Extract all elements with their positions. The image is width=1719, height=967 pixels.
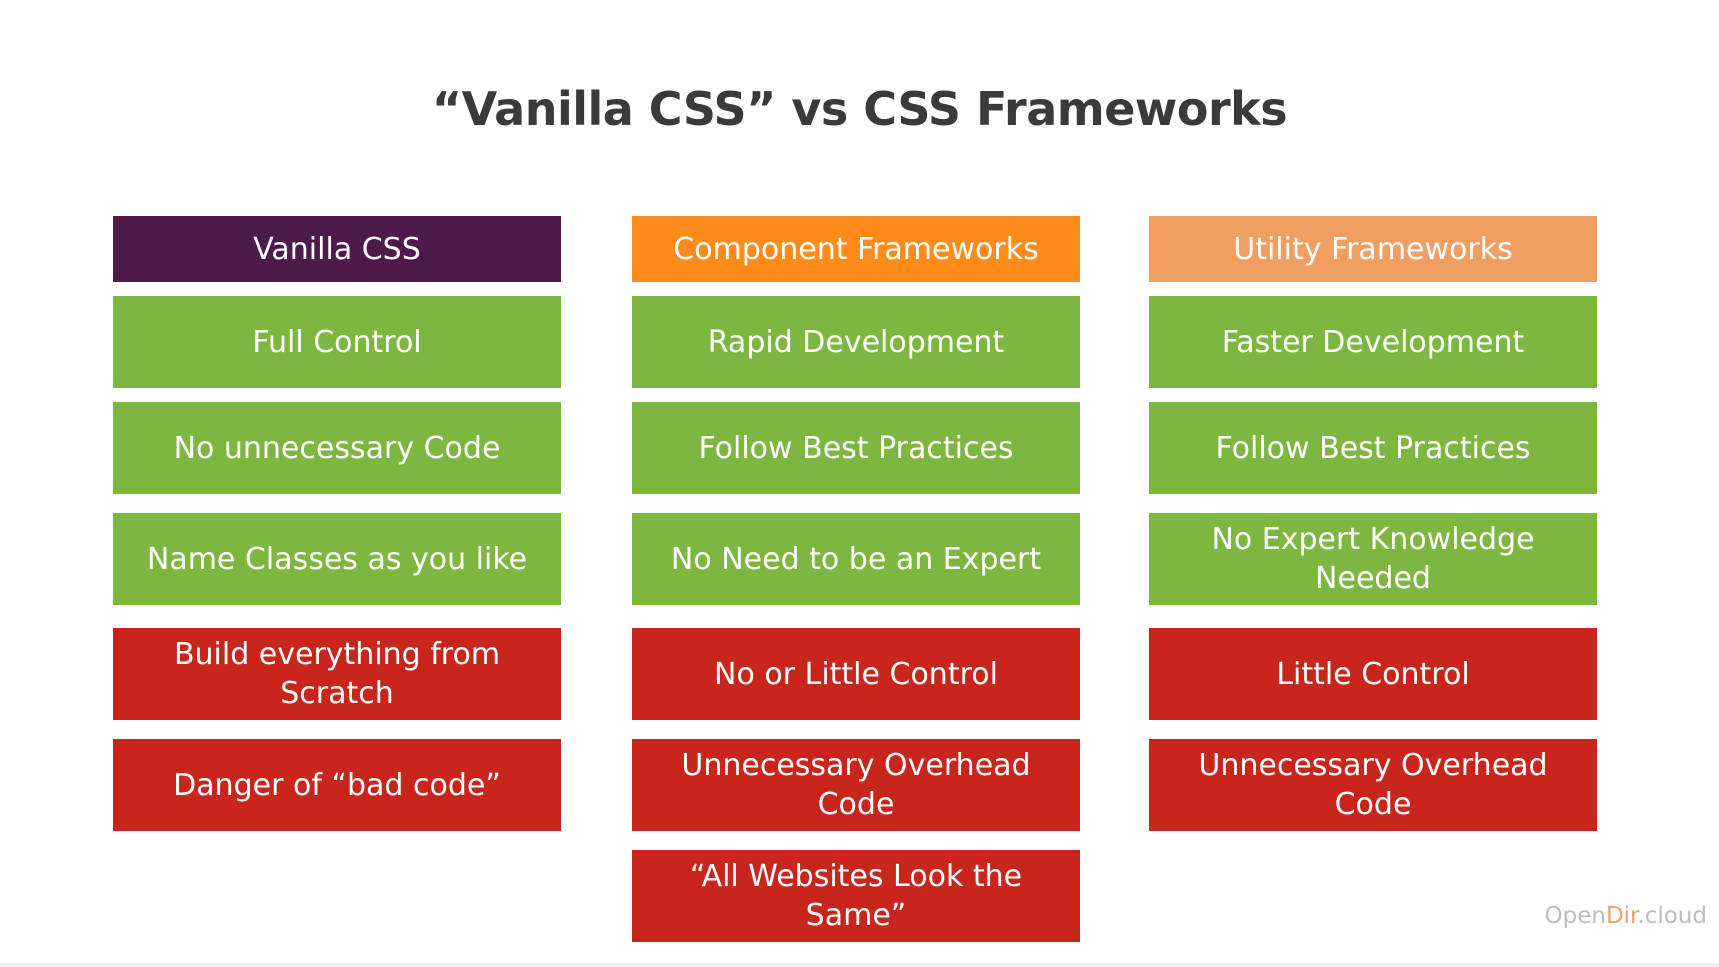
watermark-part-open: Open [1544,903,1606,929]
column-header-label: Utility Frameworks [1233,231,1513,267]
column-header-vanilla-css: Vanilla CSS [113,216,561,282]
pro-item: Name Classes as you like [113,513,561,605]
slide-title: “Vanilla CSS” vs CSS Frameworks [431,82,1288,136]
item-label: Little Control [1276,656,1470,692]
con-item: “All Websites Look the Same” [632,850,1080,942]
con-item: Little Control [1149,628,1597,720]
column-header-utility-frameworks: Utility Frameworks [1149,216,1597,282]
con-item: Unnecessary Overhead Code [632,739,1080,831]
pro-item: Full Control [113,296,561,388]
column-header-label: Vanilla CSS [253,231,421,267]
item-label: No Expert Knowledge Needed [1211,522,1535,596]
con-item: Build everything from Scratch [113,628,561,720]
item-label: Rapid Development [707,324,1005,360]
item-label: No Need to be an Expert [670,541,1042,577]
watermark-part-dir: Dir [1605,903,1638,929]
item-label: Unnecessary Overhead Code [681,748,1031,822]
item-label: Unnecessary Overhead Code [1198,748,1548,822]
pro-item: No Need to be an Expert [632,513,1080,605]
column-header-component-frameworks: Component Frameworks [632,216,1080,282]
slide: “Vanilla CSS” vs CSS Frameworks Vanilla … [0,0,1719,967]
item-label: Name Classes as you like [146,541,528,577]
item-label: Build everything from Scratch [173,637,501,711]
pro-item: Rapid Development [632,296,1080,388]
con-item: Danger of “bad code” [113,739,561,831]
pro-item: Follow Best Practices [632,402,1080,494]
item-label: Full Control [252,324,422,360]
item-label: No unnecessary Code [173,430,501,466]
item-label: Follow Best Practices [698,430,1014,466]
pro-item: No unnecessary Code [113,402,561,494]
pro-item: No Expert Knowledge Needed [1149,513,1597,605]
item-label: “All Websites Look the Same” [689,859,1023,933]
pro-item: Faster Development [1149,296,1597,388]
item-label: No or Little Control [714,656,998,692]
item-label: Follow Best Practices [1215,430,1531,466]
watermark-logo: OpenDir.cloud [1545,903,1708,929]
con-item: No or Little Control [632,628,1080,720]
item-label: Faster Development [1221,324,1525,360]
pro-item: Follow Best Practices [1149,402,1597,494]
con-item: Unnecessary Overhead Code [1149,739,1597,831]
bottom-divider [0,963,1719,967]
watermark-part-cloud: .cloud [1637,903,1707,929]
item-label: Danger of “bad code” [173,767,501,803]
column-header-label: Component Frameworks [673,231,1039,267]
